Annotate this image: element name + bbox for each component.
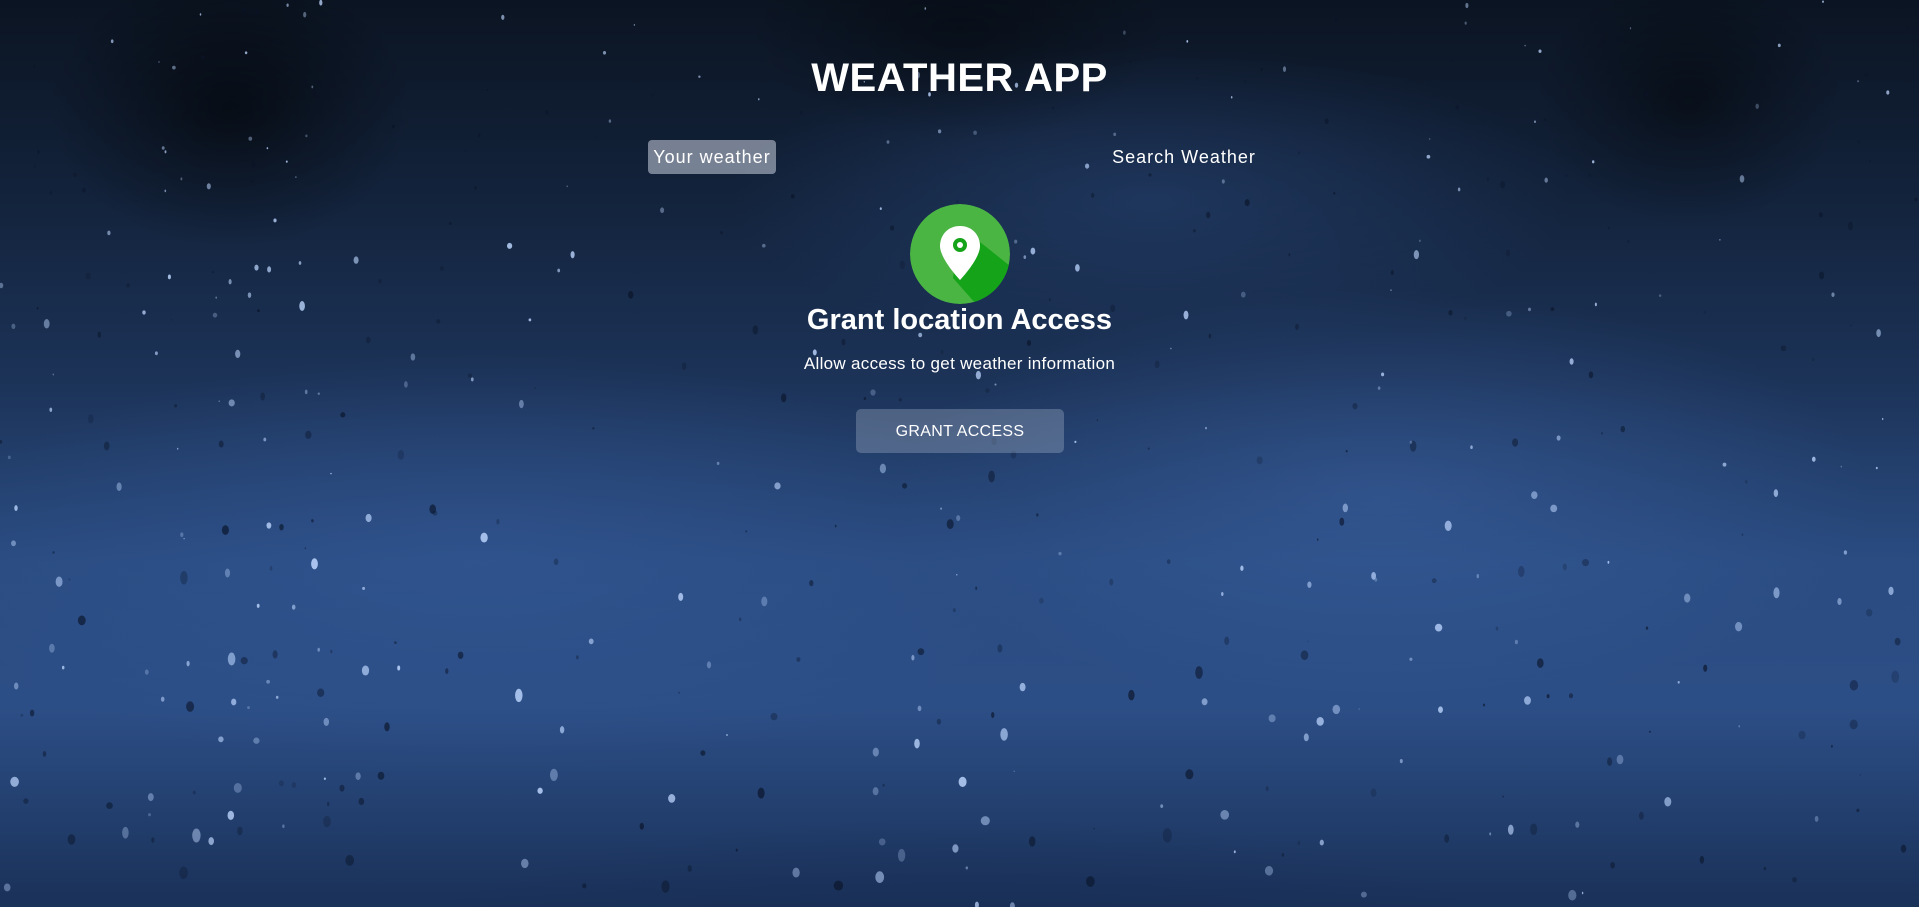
- grant-subtitle: Allow access to get weather information: [803, 354, 1116, 373]
- grant-access-button[interactable]: GRANT ACCESS: [856, 409, 1064, 453]
- app-container: WEATHER APP Your weather Search Weather …: [0, 0, 1919, 907]
- grant-title: Grant location Access: [806, 304, 1113, 336]
- tab-search-weather[interactable]: Search Weather: [1096, 140, 1272, 174]
- tab-your-weather[interactable]: Your weather: [648, 140, 776, 174]
- location-pin-icon: [910, 204, 1010, 304]
- app-title: WEATHER APP: [811, 56, 1108, 100]
